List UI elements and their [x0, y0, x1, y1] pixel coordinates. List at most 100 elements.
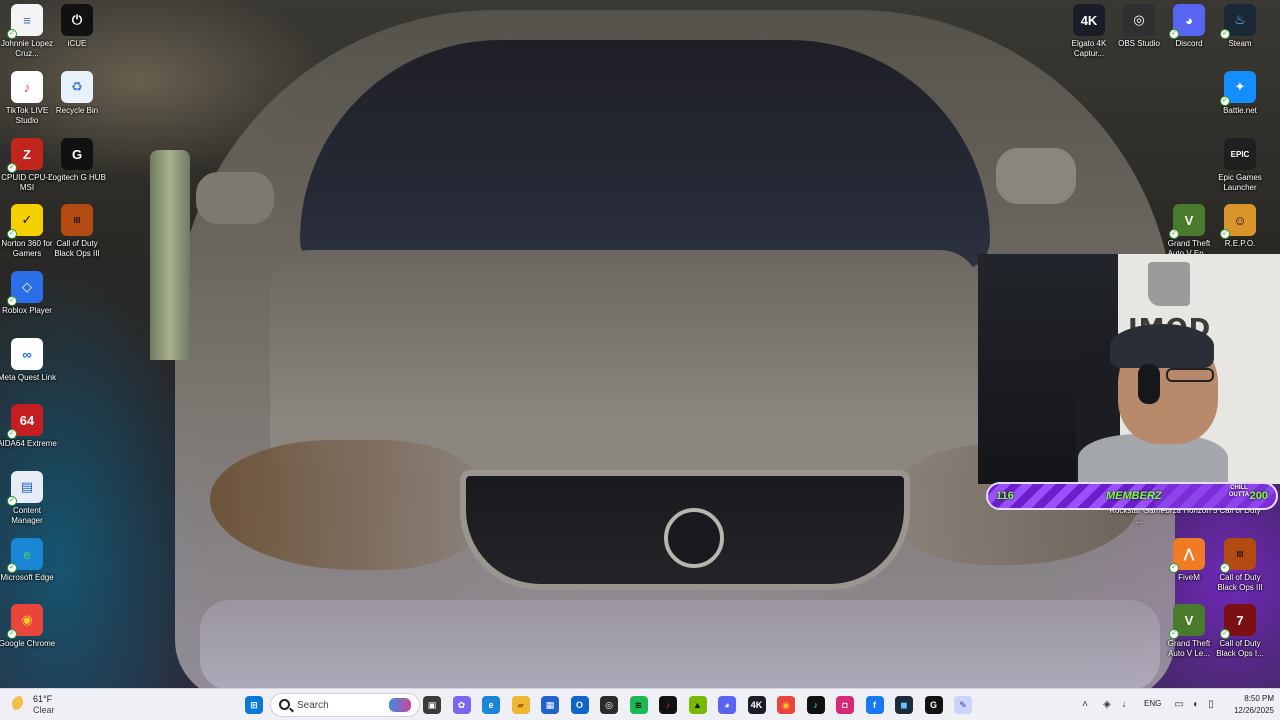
taskbar-tiktok-button[interactable]: ♪	[656, 693, 680, 717]
input-language[interactable]: ENG	[1144, 699, 1161, 708]
desktop-icon-icue[interactable]: ⏻ iCUE	[50, 0, 104, 66]
taskbar-app-dark-button[interactable]: ◼	[892, 693, 916, 717]
epic-games-launcher-icon: EPIC	[1224, 138, 1256, 170]
desktop-icon-obs-studio[interactable]: ◎ OBS Studio	[1112, 0, 1166, 66]
microsoft-store-icon: ▦	[541, 696, 559, 714]
desktop-icon-meta-quest-link[interactable]: ∞ Meta Quest Link	[0, 334, 57, 400]
desktop-icon-call-of-duty-black-ops-iii[interactable]: III Call of Duty Black Ops III	[50, 200, 104, 266]
desktop-icon-logitech-g-hub[interactable]: G Logitech G HUB	[48, 134, 106, 200]
tiktok-live-studio-icon: ♪	[11, 71, 43, 103]
taskbar-spotify-button[interactable]: ≋	[627, 693, 651, 717]
elgato-icon: 4K	[747, 696, 766, 714]
taskbar-facebook-button[interactable]: f	[863, 693, 887, 717]
desktop-icon-label: Meta Quest Link	[0, 373, 57, 382]
sync-check-icon: ✓	[1169, 29, 1179, 39]
desktop-icon-discord[interactable]: ◕ ✓ Discord	[1162, 0, 1216, 66]
clock-date[interactable]: 12/26/2025	[1224, 706, 1274, 715]
sync-check-icon: ✓	[7, 29, 17, 39]
desktop-icon-battle-net[interactable]: ✦ ✓ Battle.net	[1213, 67, 1267, 133]
grand-theft-auto-v-le-icon: V ✓	[1169, 604, 1205, 639]
twitch-logo-icon	[1148, 262, 1190, 306]
discord-icon: ◕	[718, 696, 736, 714]
taskbar-nvidia-button[interactable]: ▲	[686, 693, 710, 717]
start-button-icon: ⊞	[245, 696, 263, 714]
logitech-g-hub-icon: G	[61, 138, 93, 170]
desktop-icon-elgato-4k-captur[interactable]: 4K Elgato 4K Captur...	[1062, 0, 1116, 66]
desktop-icon-tiktok-live-studio[interactable]: ♪ TikTok LIVE Studio	[0, 67, 54, 133]
wallpaper-car-mirror-left	[196, 172, 274, 224]
sync-check-icon: ✓	[1169, 563, 1179, 573]
desktop-icon-microsoft-edge[interactable]: e ✓ Microsoft Edge	[0, 534, 54, 600]
norton-360-for-gamers-icon: ✓ ✓	[7, 204, 43, 239]
taskbar-instagram-button[interactable]: ◘	[833, 693, 857, 717]
tiktok-2-icon: ♪	[806, 696, 825, 714]
discord-icon: ◕ ✓	[1169, 4, 1205, 39]
chrome-icon: ◉	[777, 696, 795, 714]
taskbar-notepad-button[interactable]: ✎	[951, 693, 975, 717]
taskbar-search-box[interactable]: Search	[270, 693, 420, 717]
chevron-up-icon[interactable]: ˄	[1078, 698, 1092, 712]
call-of-duty-black-ops-iii-icon: III ✓	[1220, 538, 1256, 573]
desktop-icon-epic-games-launcher[interactable]: EPIC Epic Games Launcher	[1213, 134, 1267, 200]
sync-check-icon: ✓	[1220, 29, 1230, 39]
taskbar-discord-button[interactable]: ◕	[715, 693, 739, 717]
search-placeholder: Search	[297, 700, 329, 711]
obs-studio-icon: ◎	[1123, 4, 1155, 36]
desktop-icon-google-chrome[interactable]: ◉ ✓ Google Chrome	[0, 600, 55, 666]
wallpaper-car-logo	[664, 508, 724, 568]
taskbar-logitech-button[interactable]: G	[922, 693, 946, 717]
fivem-icon: ⋀ ✓	[1169, 538, 1205, 573]
desktop-icon-grand-theft-auto-v-le[interactable]: V ✓ Grand Theft Auto V Le...	[1162, 600, 1216, 666]
member-goal-title: MEMBERZ	[1106, 490, 1162, 502]
taskbar-chrome-button[interactable]: ◉	[774, 693, 798, 717]
desktop-icon-label: iCUE	[67, 39, 87, 48]
elgato-4k-captur-icon: 4K	[1073, 4, 1105, 36]
taskbar-copilot-button[interactable]: ✿	[450, 693, 474, 717]
desktop-icon-label: Content Manager	[11, 506, 43, 525]
taskbar: 61°F Clear ⊞ ▣ ✿ e ▰ ▦ O ◎ ≋ ♪ ▲ ◕ 4K ◉ ♪ ◘ f ◼ G ✎ Search …	[0, 688, 1280, 720]
taskbar-microsoft-store-button[interactable]: ▦	[538, 693, 562, 717]
microphone-icon[interactable]: ♩	[1120, 698, 1134, 712]
copilot-icon: ✿	[452, 696, 471, 714]
cpuid-cpu-z-msi-icon: Z ✓	[7, 138, 43, 173]
clock-time[interactable]: 8:50 PM	[1228, 694, 1274, 703]
taskbar-edge-button[interactable]: e	[479, 693, 503, 717]
desktop-icon-norton-360-for-gamers[interactable]: ✓ ✓ Norton 360 for Gamers	[0, 200, 54, 266]
google-chrome-icon: ◉ ✓	[7, 604, 43, 639]
desktop-icon-fivem[interactable]: ⋀ ✓ FiveM	[1162, 534, 1216, 600]
weather-widget[interactable]: 61°F Clear	[12, 694, 82, 716]
desktop-icon-steam[interactable]: ♨ ✓ Steam	[1213, 0, 1267, 66]
taskbar-obs-button[interactable]: ◎	[597, 693, 621, 717]
call-of-duty-black-ops-i-icon: 7 ✓	[1220, 604, 1256, 639]
desktop-icon-roblox-player[interactable]: ◇ ✓ Roblox Player	[0, 267, 54, 333]
file-explorer-icon: ▰	[511, 696, 530, 714]
taskbar-task-view-button[interactable]: ▣	[420, 693, 444, 717]
microsoft-edge-icon: e ✓	[7, 538, 43, 573]
sync-check-icon: ✓	[1220, 96, 1230, 106]
taskbar-file-explorer-button[interactable]: ▰	[509, 693, 533, 717]
security-icon[interactable]: ◈	[1100, 698, 1114, 712]
monitor-icon[interactable]: ▭	[1172, 698, 1186, 712]
desktop-icon-label: Call of Duty Black Ops III	[1217, 573, 1263, 592]
call-of-duty-black-ops-iii-icon: III	[61, 204, 93, 236]
sync-check-icon: ✓	[7, 163, 17, 173]
desktop-icon-aida64-extreme[interactable]: 64 ✓ AIDA64 Extreme	[0, 400, 57, 466]
battery-icon[interactable]: ▯	[1204, 698, 1218, 712]
taskbar-elgato-button[interactable]: 4K	[745, 693, 769, 717]
desktop-icon-johnnie-lopez-cruz[interactable]: ≡ ✓ Johnnie Lopez Cruz...	[0, 0, 54, 66]
desktop-icon-call-of-duty-black-ops-i[interactable]: 7 ✓ Call of Duty Black Ops I...	[1213, 600, 1267, 666]
webcam-person-cap	[1110, 324, 1214, 368]
volume-icon[interactable]: ◖	[1188, 698, 1202, 712]
taskbar-start-button-button[interactable]: ⊞	[242, 693, 266, 717]
desktop-icon-cpuid-cpu-z-msi[interactable]: Z ✓ CPUID CPU-Z MSI	[0, 134, 54, 200]
taskbar-outlook-button[interactable]: O	[568, 693, 592, 717]
desktop-icon-label: Logitech G HUB	[48, 173, 106, 182]
weather-condition: Clear	[33, 705, 55, 715]
desktop-icon-call-of-duty-black-ops-iii[interactable]: III ✓ Call of Duty Black Ops III	[1213, 534, 1267, 600]
taskbar-tiktok-2-button[interactable]: ♪	[804, 693, 828, 717]
desktop-icon-content-manager[interactable]: ▤ ✓ Content Manager	[0, 467, 54, 533]
desktop-icon-recycle-bin[interactable]: ♻ Recycle Bin	[50, 67, 104, 133]
spotify-icon: ≋	[629, 696, 648, 714]
search-icon	[279, 699, 290, 710]
facebook-icon: f	[865, 696, 884, 714]
